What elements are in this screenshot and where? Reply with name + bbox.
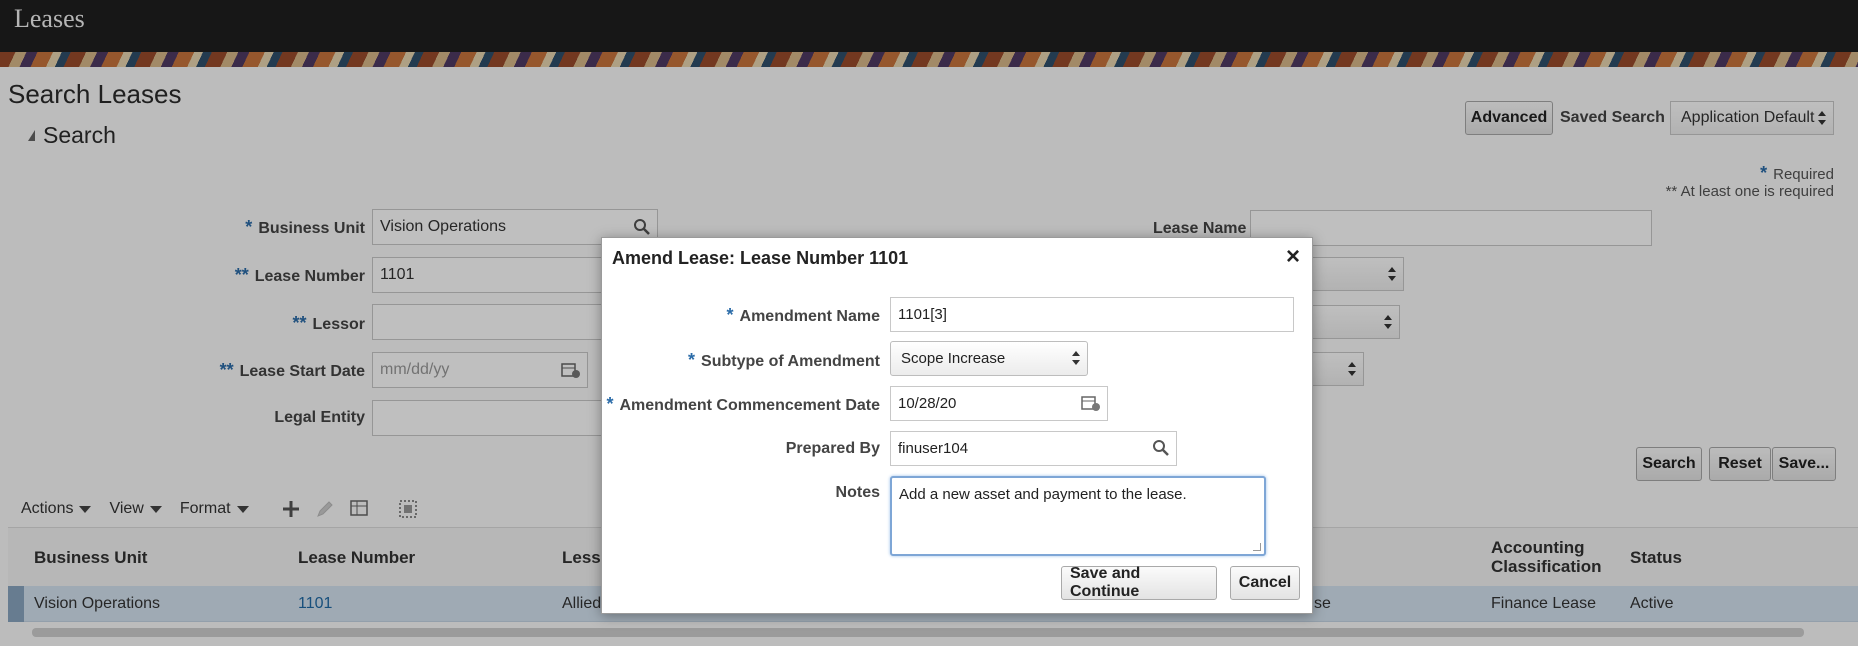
- notes-textarea[interactable]: Add a new asset and payment to the lease…: [890, 476, 1266, 556]
- prepared-by-label: Prepared By: [785, 440, 880, 457]
- notes-value: Add a new asset and payment to the lease…: [899, 486, 1187, 503]
- subtype-label: * Subtype of Amendment: [688, 350, 880, 370]
- search-icon[interactable]: [1152, 439, 1170, 457]
- close-icon[interactable]: ×: [1286, 243, 1300, 271]
- prepared-by-field[interactable]: finuser104: [890, 431, 1177, 466]
- save-and-continue-button[interactable]: Save and Continue: [1061, 565, 1217, 600]
- amendment-name-field[interactable]: 1101[3]: [890, 297, 1294, 332]
- subtype-select[interactable]: Scope Increase: [890, 341, 1088, 376]
- amendment-name-label: * Amendment Name: [726, 305, 881, 325]
- subtype-value: Scope Increase: [901, 350, 1006, 367]
- commencement-date-label: * Amendment Commencement Date: [606, 394, 880, 414]
- select-arrows-icon: [1072, 351, 1080, 367]
- amendment-name-value: 1101[3]: [898, 306, 947, 323]
- amend-lease-dialog: Amend Lease: Lease Number 1101 × * Amendm…: [601, 237, 1313, 614]
- calendar-icon[interactable]: [1081, 394, 1101, 412]
- cancel-button[interactable]: Cancel: [1230, 566, 1300, 600]
- dialog-title: Amend Lease: Lease Number 1101: [612, 248, 909, 268]
- commencement-date-field[interactable]: 10/28/20: [890, 386, 1108, 421]
- prepared-by-value: finuser104: [898, 440, 969, 457]
- notes-label: Notes: [835, 484, 880, 501]
- resize-handle-icon[interactable]: [1253, 543, 1261, 551]
- commencement-date-value: 10/28/20: [898, 395, 957, 412]
